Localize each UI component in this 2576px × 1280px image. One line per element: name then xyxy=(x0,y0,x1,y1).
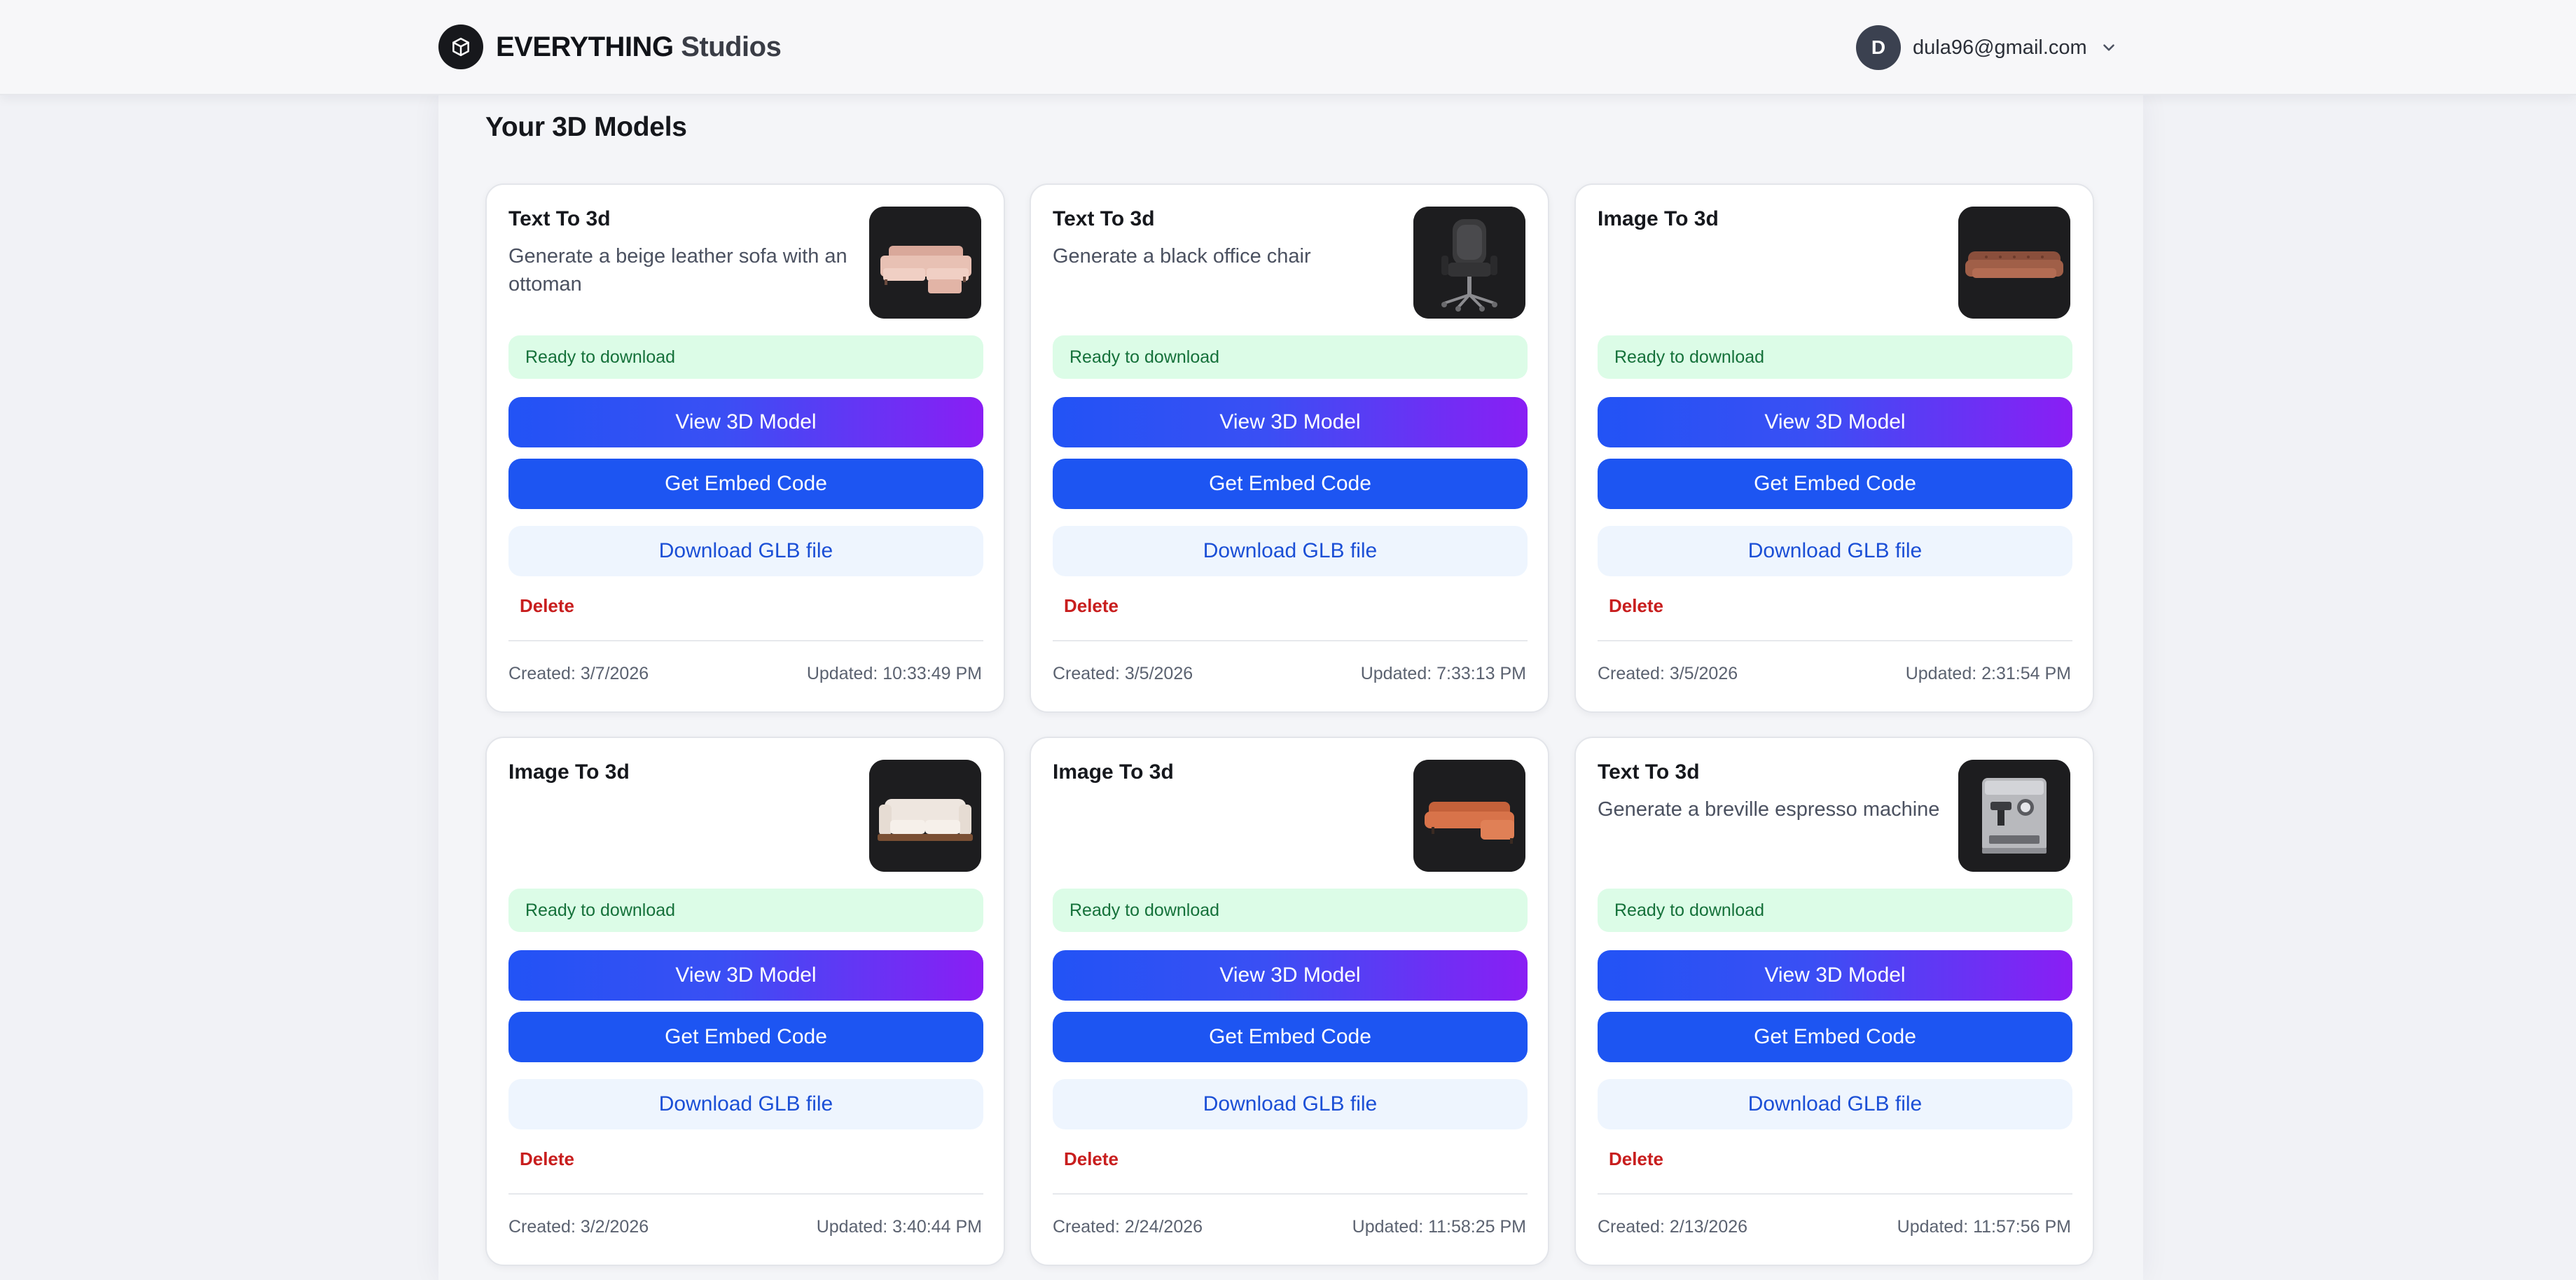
divider xyxy=(508,1193,983,1195)
espresso-machine-image xyxy=(1958,760,2070,872)
divider xyxy=(1598,640,2072,641)
chevron-down-icon[interactable] xyxy=(2097,36,2121,60)
brand-name-strong: EVERYTHING xyxy=(496,31,674,62)
delete-button[interactable]: Delete xyxy=(1053,585,1130,626)
delete-button[interactable]: Delete xyxy=(508,1139,586,1179)
created-date: Created: 2/13/2026 xyxy=(1598,1217,1748,1237)
model-card: Text To 3d Generate a breville espresso … xyxy=(1574,737,2094,1266)
updated-time: Updated: 11:58:25 PM xyxy=(1352,1217,1526,1237)
top-header: EVERYTHING Studios D dula96@gmail.com xyxy=(0,0,2576,95)
model-kind: Text To 3d xyxy=(508,207,611,230)
office-chair-image xyxy=(1413,207,1525,319)
view-3d-model-button[interactable]: View 3D Model xyxy=(1053,950,1528,1001)
download-glb-button[interactable]: Download GLB file xyxy=(508,526,983,576)
status-badge: Ready to download xyxy=(1053,335,1528,379)
model-card: Text To 3d Generate a black office chair… xyxy=(1030,183,1549,713)
sofa-ottoman-image xyxy=(869,207,981,319)
model-card: Text To 3d Generate a beige leather sofa… xyxy=(485,183,1005,713)
status-badge: Ready to download xyxy=(508,335,983,379)
updated-time: Updated: 7:33:13 PM xyxy=(1360,664,1526,683)
download-glb-button[interactable]: Download GLB file xyxy=(1053,1079,1528,1129)
delete-button[interactable]: Delete xyxy=(1053,1139,1130,1179)
model-thumbnail[interactable] xyxy=(869,760,981,872)
divider xyxy=(508,640,983,641)
page-title: Your 3D Models xyxy=(485,112,687,142)
delete-button[interactable]: Delete xyxy=(508,585,586,626)
divider xyxy=(1598,1193,2072,1195)
model-thumbnail[interactable] xyxy=(869,207,981,319)
brand[interactable]: EVERYTHING Studios xyxy=(438,25,782,69)
model-thumbnail[interactable] xyxy=(1958,207,2070,319)
model-prompt: Generate a breville espresso machine xyxy=(1598,798,1940,821)
updated-time: Updated: 2:31:54 PM xyxy=(1905,664,2071,683)
updated-time: Updated: 3:40:44 PM xyxy=(816,1217,982,1237)
view-3d-model-button[interactable]: View 3D Model xyxy=(1598,397,2072,447)
get-embed-code-button[interactable]: Get Embed Code xyxy=(508,459,983,509)
model-card: Image To 3d Ready to download View 3D Mo… xyxy=(1030,737,1549,1266)
cube-logo-icon xyxy=(438,25,483,69)
updated-time: Updated: 10:33:49 PM xyxy=(806,664,982,683)
model-kind: Text To 3d xyxy=(1598,760,1700,784)
get-embed-code-button[interactable]: Get Embed Code xyxy=(1053,459,1528,509)
model-card: Image To 3d Ready to download View 3D Mo… xyxy=(1574,183,2094,713)
view-3d-model-button[interactable]: View 3D Model xyxy=(1053,397,1528,447)
status-badge: Ready to download xyxy=(1598,335,2072,379)
white-sofa-image xyxy=(869,760,981,872)
delete-button[interactable]: Delete xyxy=(1598,585,1675,626)
user-email: dula96@gmail.com xyxy=(1913,36,2087,59)
divider xyxy=(1053,640,1528,641)
model-thumbnail[interactable] xyxy=(1413,760,1525,872)
model-prompt: Generate a beige leather sofa with an ot… xyxy=(508,245,847,295)
model-kind: Image To 3d xyxy=(1053,760,1174,784)
model-thumbnail[interactable] xyxy=(1413,207,1525,319)
divider xyxy=(1053,1193,1528,1195)
chesterfield-sofa-image xyxy=(1958,207,2070,319)
created-date: Created: 3/5/2026 xyxy=(1053,664,1193,683)
delete-button[interactable]: Delete xyxy=(1598,1139,1675,1179)
status-badge: Ready to download xyxy=(1053,889,1528,932)
brand-name: EVERYTHING Studios xyxy=(496,31,782,63)
download-glb-button[interactable]: Download GLB file xyxy=(1598,1079,2072,1129)
view-3d-model-button[interactable]: View 3D Model xyxy=(508,397,983,447)
created-date: Created: 3/7/2026 xyxy=(508,664,649,683)
get-embed-code-button[interactable]: Get Embed Code xyxy=(508,1012,983,1062)
updated-time: Updated: 11:57:56 PM xyxy=(1897,1217,2071,1237)
model-prompt: Generate a black office chair xyxy=(1053,245,1311,267)
status-badge: Ready to download xyxy=(508,889,983,932)
get-embed-code-button[interactable]: Get Embed Code xyxy=(1598,1012,2072,1062)
brand-name-light: Studios xyxy=(681,31,782,62)
status-badge: Ready to download xyxy=(1598,889,2072,932)
download-glb-button[interactable]: Download GLB file xyxy=(1598,526,2072,576)
model-kind: Image To 3d xyxy=(508,760,630,784)
created-date: Created: 2/24/2026 xyxy=(1053,1217,1203,1237)
view-3d-model-button[interactable]: View 3D Model xyxy=(508,950,983,1001)
created-date: Created: 3/5/2026 xyxy=(1598,664,1738,683)
avatar: D xyxy=(1856,25,1901,70)
created-date: Created: 3/2/2026 xyxy=(508,1217,649,1237)
download-glb-button[interactable]: Download GLB file xyxy=(508,1079,983,1129)
get-embed-code-button[interactable]: Get Embed Code xyxy=(1598,459,2072,509)
download-glb-button[interactable]: Download GLB file xyxy=(1053,526,1528,576)
orange-sectional-image xyxy=(1413,760,1525,872)
model-kind: Image To 3d xyxy=(1598,207,1719,230)
model-card: Image To 3d Ready to download View 3D Mo… xyxy=(485,737,1005,1266)
get-embed-code-button[interactable]: Get Embed Code xyxy=(1053,1012,1528,1062)
view-3d-model-button[interactable]: View 3D Model xyxy=(1598,950,2072,1001)
user-menu[interactable]: D dula96@gmail.com xyxy=(1856,25,2121,70)
model-kind: Text To 3d xyxy=(1053,207,1155,230)
model-thumbnail[interactable] xyxy=(1958,760,2070,872)
